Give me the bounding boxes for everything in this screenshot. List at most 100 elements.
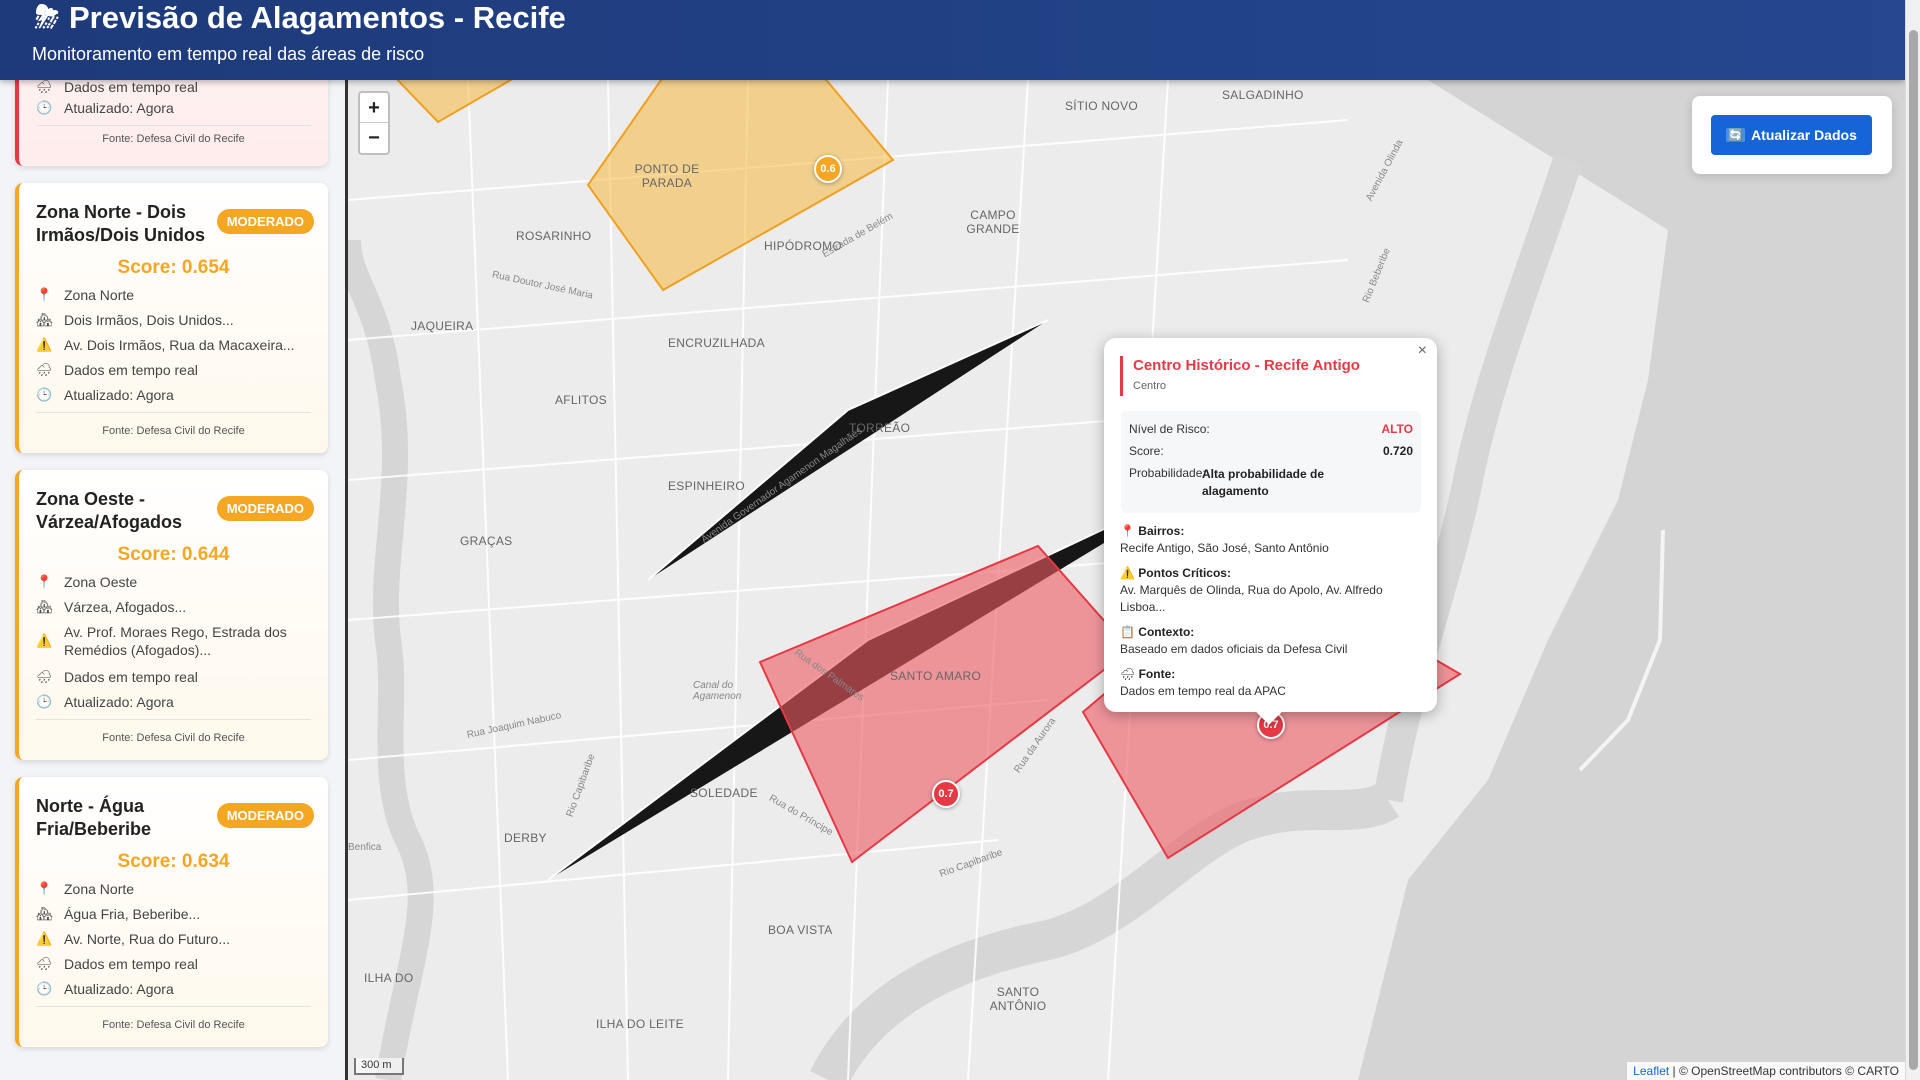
risk-value: ALTO xyxy=(1381,422,1413,436)
card-data-row: 🌧 Dados em tempo real xyxy=(36,80,198,95)
score-value: 0.720 xyxy=(1382,444,1413,458)
divider xyxy=(36,125,311,126)
risk-badge: MODERADO xyxy=(216,209,314,234)
popup-source: 🌧 Fonte: Dados em tempo real da APAC xyxy=(1120,667,1286,698)
rain-icon: 🌧 xyxy=(36,956,53,971)
card-updated-row: 🕒 Atualizado: Agora xyxy=(36,100,174,116)
risk-badge: MODERADO xyxy=(216,803,314,828)
risk-zone-moderate-partial[interactable] xyxy=(388,80,528,124)
map-scale: 300 m xyxy=(354,1058,404,1075)
popup-info-box: Nível de Risco: ALTO Score: 0.720 Probab… xyxy=(1121,411,1421,513)
place-label: SOLEDADE xyxy=(690,786,758,800)
popup-accent xyxy=(1120,356,1123,396)
divider xyxy=(36,1006,311,1007)
refresh-icon: 🔄 xyxy=(1726,128,1746,142)
score-label: Score: xyxy=(1129,444,1164,458)
card-score: Score: 0.634 xyxy=(117,851,230,872)
neighborhood-icon: 🏘 xyxy=(36,312,53,327)
divider xyxy=(36,412,311,413)
place-label: AFLITOS xyxy=(555,393,607,407)
probability-value: Alta probabilidade de alagamento xyxy=(1202,467,1325,498)
risk-card[interactable]: Zona Norte - Dois Irmãos/Dois Unidos MOD… xyxy=(15,183,328,453)
card-source: Fonte: Defesa Civil do Recife xyxy=(102,1019,245,1031)
page-subtitle: Monitoramento em tempo real das áreas de… xyxy=(32,44,425,64)
risk-marker[interactable]: 0.7 xyxy=(932,780,960,808)
sidebar[interactable]: 🌧 Dados em tempo real 🕒 Atualizado: Agora … xyxy=(0,80,348,1080)
card-critical-row: ⚠️ Av. Dois Irmãos, Rua da Macaxeira... xyxy=(36,337,295,353)
popup-zone: Centro xyxy=(1133,380,1167,392)
refresh-label: Atualizar Dados xyxy=(1751,127,1857,143)
leaflet-link[interactable]: Leaflet xyxy=(1633,1064,1669,1078)
popup-critical-points: ⚠️ Pontos Críticos: Av. Marquês de Olinda… xyxy=(1120,566,1383,614)
risk-marker[interactable]: 0.6 xyxy=(814,155,842,183)
risk-card[interactable]: Norte - Água Fria/Beberibe MODERADO Scor… xyxy=(15,777,328,1047)
zoom-out-button[interactable]: − xyxy=(360,123,388,153)
card-name: Zona Oeste - Várzea/Afogados xyxy=(36,489,183,532)
road-label: Benfica xyxy=(348,842,382,853)
card-neighborhood-row: 🏘 Várzea, Afogados... xyxy=(36,599,187,615)
card-score: Score: 0.654 xyxy=(117,257,230,278)
card-critical-row: ⚠️ Av. Norte, Rua do Futuro... xyxy=(36,931,231,947)
risk-zone-high[interactable] xyxy=(758,544,1132,864)
rain-icon: 🌧 xyxy=(1120,667,1136,681)
place-label: CAMPO GRANDE xyxy=(966,208,1020,236)
card-score: Score: 0.644 xyxy=(117,544,230,565)
zone-popup: × Centro Histórico - Recife Antigo Centr… xyxy=(1104,338,1437,725)
place-label: DERBY xyxy=(504,831,547,845)
card-zone-row: 📍 Zona Norte xyxy=(36,881,135,897)
card-neighborhood-row: 🏘 Água Fria, Beberibe... xyxy=(36,906,201,922)
rain-icon: 🌧 xyxy=(36,80,53,94)
popup-context: 📋 Contexto: Baseado em dados oficiais da … xyxy=(1120,625,1348,656)
clock-icon: 🕒 xyxy=(36,100,53,115)
page-scrollbar[interactable] xyxy=(1905,0,1920,1080)
rain-icon: 🌧 xyxy=(36,669,53,684)
warning-icon: ⚠️ xyxy=(36,337,53,352)
popup-close-button[interactable]: × xyxy=(1418,342,1427,360)
warning-icon: ⚠️ xyxy=(1120,566,1135,580)
road-label: Canal do Agamenon xyxy=(693,680,742,702)
river xyxy=(348,239,434,1080)
risk-badge: MODERADO xyxy=(216,496,314,521)
refresh-button[interactable]: 🔄 Atualizar Dados xyxy=(1711,115,1872,155)
divider xyxy=(36,719,311,720)
place-label: SANTO AMARO xyxy=(890,669,982,683)
rain-cloud-icon: ⛈ xyxy=(35,1,59,34)
rain-icon: 🌧 xyxy=(36,362,53,377)
pin-icon: 📍 xyxy=(36,881,53,896)
zoom-control[interactable]: + − xyxy=(358,91,390,155)
place-label: SALGADINHO xyxy=(1222,88,1304,102)
card-zone-row: 📍 Zona Norte xyxy=(36,287,135,303)
risk-card[interactable]: Zona Oeste - Várzea/Afogados MODERADO Sc… xyxy=(15,470,328,760)
place-label: SÍTIO NOVO xyxy=(1065,99,1139,113)
map-attribution: Leaflet | © OpenStreetMap contributors ©… xyxy=(1627,1062,1905,1080)
card-source: Fonte: Defesa Civil do Recife xyxy=(102,732,245,744)
card-name: Zona Norte - Dois Irmãos/Dois Unidos xyxy=(36,202,206,245)
place-label: ILHA DO xyxy=(364,971,414,985)
zoom-in-button[interactable]: + xyxy=(360,93,388,123)
card-name: Norte - Água Fria/Beberibe xyxy=(36,796,152,839)
risk-card-partial[interactable]: 🌧 Dados em tempo real 🕒 Atualizado: Agora … xyxy=(15,80,328,166)
pin-icon: 📍 xyxy=(36,574,53,589)
warning-icon: ⚠️ xyxy=(36,633,53,648)
flood-map[interactable]: SALGADINHO SÍTIO NOVO PONTO DE PARADA CA… xyxy=(348,80,1905,1080)
pin-icon: 📍 xyxy=(36,287,53,302)
neighborhood-icon: 🏘 xyxy=(36,599,53,614)
refresh-panel: 🔄 Atualizar Dados xyxy=(1692,96,1892,174)
risk-label: Nível de Risco: xyxy=(1129,422,1210,436)
popup-bairros: 📍 Bairros: Recife Antigo, São José, Santo… xyxy=(1120,524,1329,555)
place-label: PONTO DE PARADA xyxy=(634,162,700,190)
app-header: ⛈ Previsão de Alagamentos - Recife Monit… xyxy=(0,0,1905,80)
clock-icon: 🕒 xyxy=(36,694,53,709)
card-data-row: 🌧 Dados em tempo real xyxy=(36,669,198,685)
place-label: JAQUEIRA xyxy=(411,319,474,333)
place-label: GRAÇAS xyxy=(460,534,513,548)
card-source: Fonte: Defesa Civil do Recife xyxy=(102,133,245,145)
place-label: ESPINHEIRO xyxy=(668,479,746,493)
probability-label: Probabilidade: xyxy=(1129,466,1206,480)
card-data-row: 🌧 Dados em tempo real xyxy=(36,362,198,378)
clipboard-icon: 📋 xyxy=(1120,625,1135,639)
pin-icon: 📍 xyxy=(1120,524,1135,538)
clock-icon: 🕒 xyxy=(36,981,53,996)
page-title-text: Previsão de Alagamentos - Recife xyxy=(69,0,566,35)
scrollbar-thumb[interactable] xyxy=(1909,30,1918,1070)
